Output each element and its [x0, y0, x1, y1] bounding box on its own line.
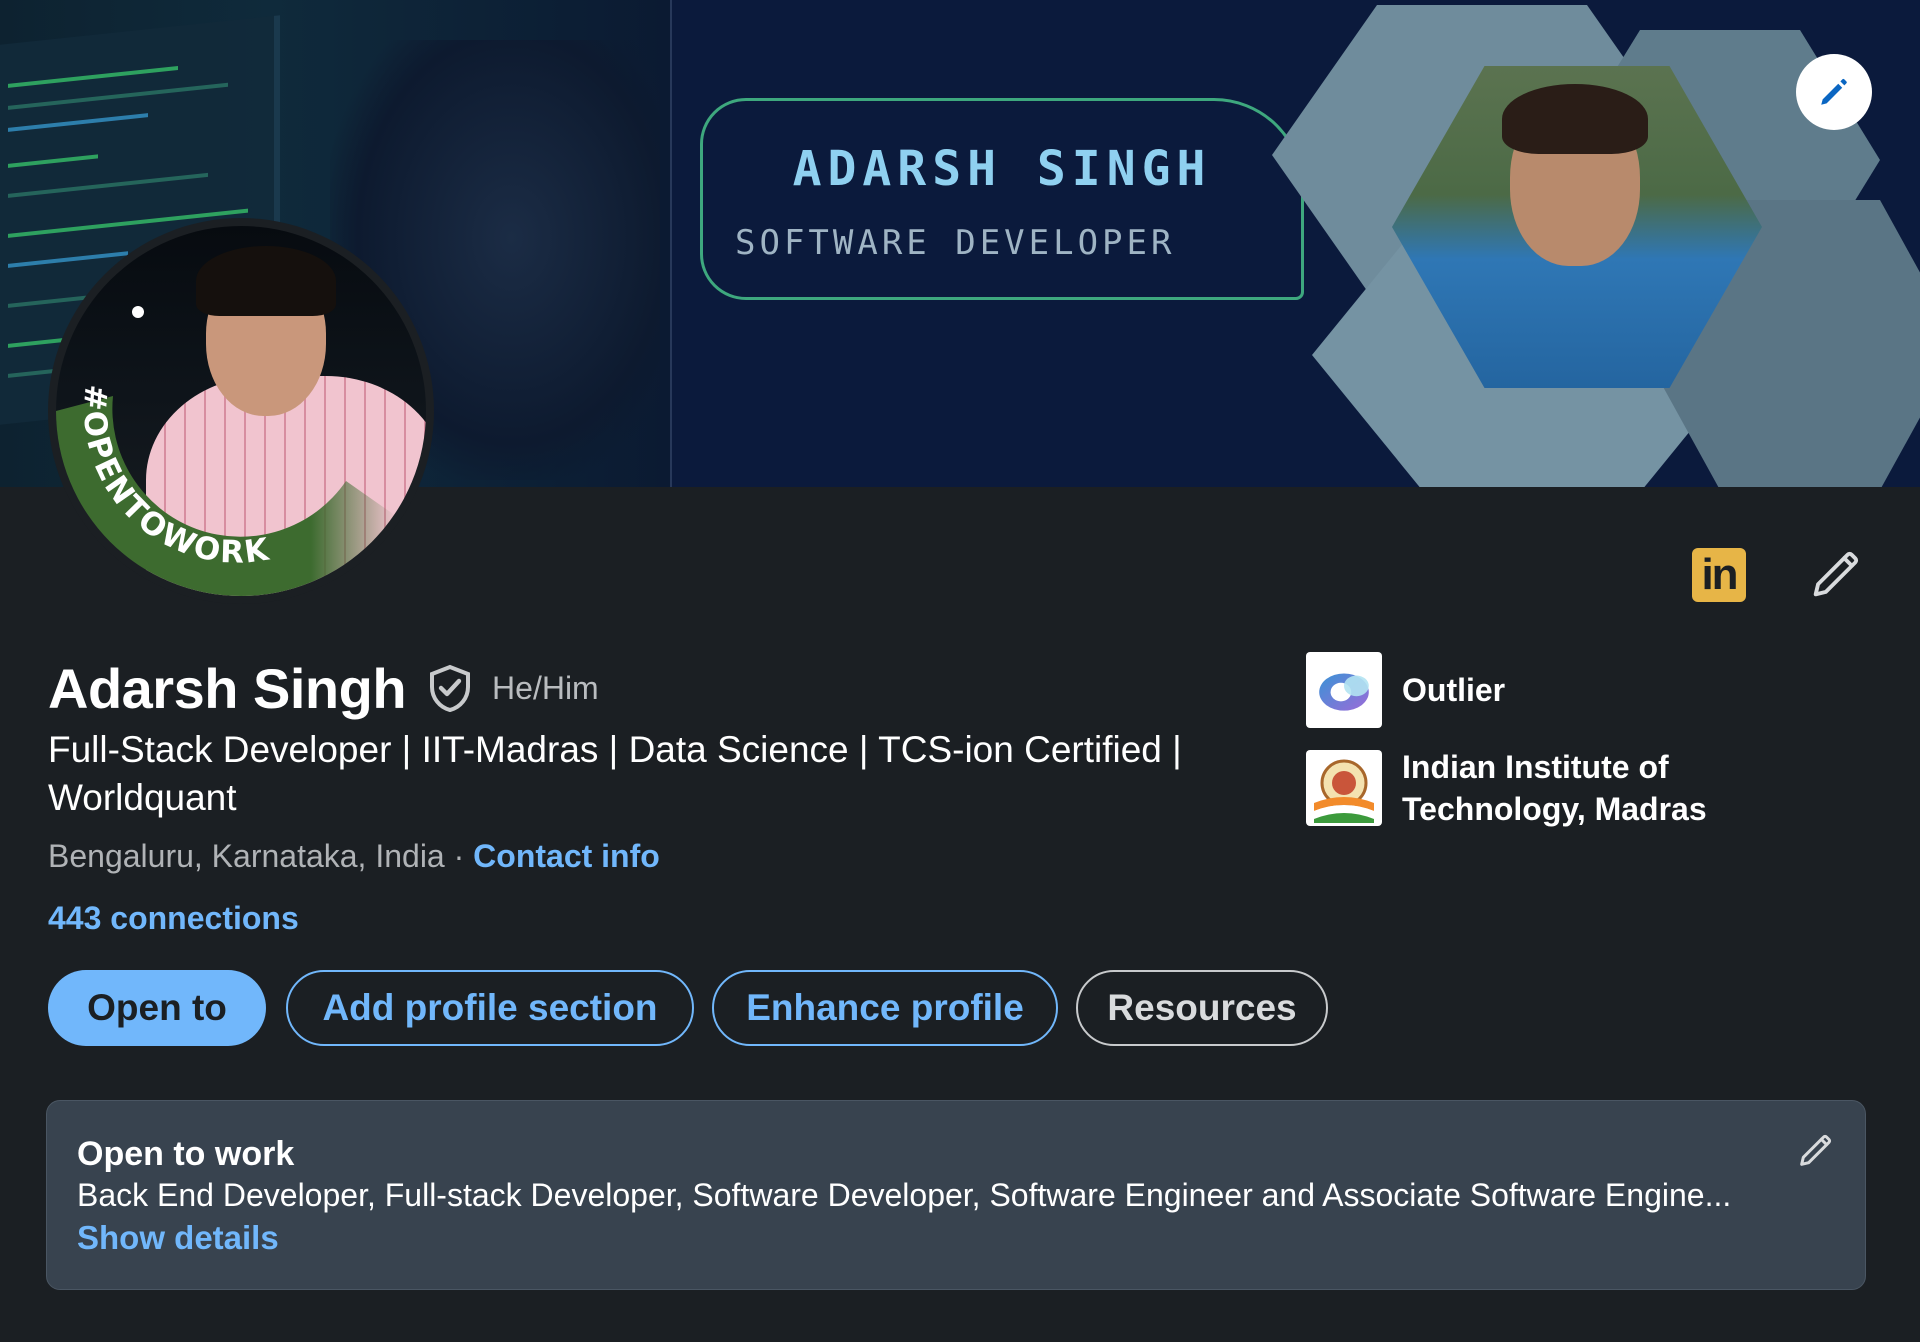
open-to-work-card: Open to work Back End Developer, Full-st…: [46, 1100, 1866, 1290]
profile-name: Adarsh Singh: [48, 657, 407, 720]
banner-name: ADARSH SINGH: [792, 141, 1212, 197]
profile-photo[interactable]: #OPENTOWORK: [48, 218, 434, 604]
iit-madras-logo-icon: [1306, 750, 1382, 826]
iit-madras-seal: [1314, 759, 1374, 823]
org-name-outlier: Outlier: [1402, 672, 1506, 708]
outlier-logo-mark: [1319, 673, 1369, 711]
profile-location: Bengaluru, Karnataka, India: [48, 838, 445, 874]
profile-pronouns: He/Him: [492, 670, 599, 706]
opentowork-label: #OPENTOWORK: [76, 383, 271, 570]
svg-text:#OPENTOWORK: #OPENTOWORK: [76, 383, 273, 570]
org-name-iit-madras: Indian Institute of Technology, Madras: [1402, 749, 1707, 827]
linkedin-badge-icon[interactable]: in: [1692, 548, 1746, 602]
add-profile-section-button[interactable]: Add profile section: [286, 970, 694, 1046]
enhance-profile-button[interactable]: Enhance profile: [712, 970, 1058, 1046]
profile-location-row: Bengaluru, Karnataka, India · Contact in…: [48, 838, 660, 875]
open-to-button[interactable]: Open to: [48, 970, 266, 1046]
profile-name-row: Adarsh Singh He/Him: [48, 656, 599, 721]
profile-photo-image: #OPENTOWORK: [56, 226, 426, 596]
edit-intro-button[interactable]: [1806, 546, 1864, 604]
education-iit-madras[interactable]: Indian Institute of Technology, Madras: [1306, 746, 1742, 830]
opentowork-frame: #OPENTOWORK: [56, 383, 396, 596]
contact-info-link[interactable]: Contact info: [473, 838, 660, 874]
banner-role: SOFTWARE DEVELOPER: [735, 223, 1176, 263]
banner-divider: [670, 0, 672, 487]
resources-button[interactable]: Resources: [1076, 970, 1328, 1046]
open-to-work-roles: Back End Developer, Full-stack Developer…: [77, 1177, 1732, 1213]
banner-photo-hair: [1502, 84, 1648, 154]
location-separator: ·: [444, 838, 474, 874]
pencil-icon: [1821, 78, 1847, 105]
connections-link[interactable]: 443 connections: [48, 900, 299, 937]
edit-open-to-work-pencil-icon[interactable]: [1795, 1131, 1835, 1171]
profile-headline: Full-Stack Developer | IIT-Madras | Data…: [48, 729, 1182, 818]
outlier-logo-icon: [1306, 652, 1382, 728]
open-to-work-title: Open to work: [77, 1135, 295, 1173]
edit-cover-button[interactable]: [1796, 54, 1872, 130]
experience-outlier[interactable]: Outlier: [1306, 652, 1742, 728]
verified-shield-icon[interactable]: [426, 663, 474, 715]
banner-title-box: ADARSH SINGH SOFTWARE DEVELOPER: [700, 98, 1304, 300]
show-details-link[interactable]: Show details: [77, 1219, 279, 1257]
